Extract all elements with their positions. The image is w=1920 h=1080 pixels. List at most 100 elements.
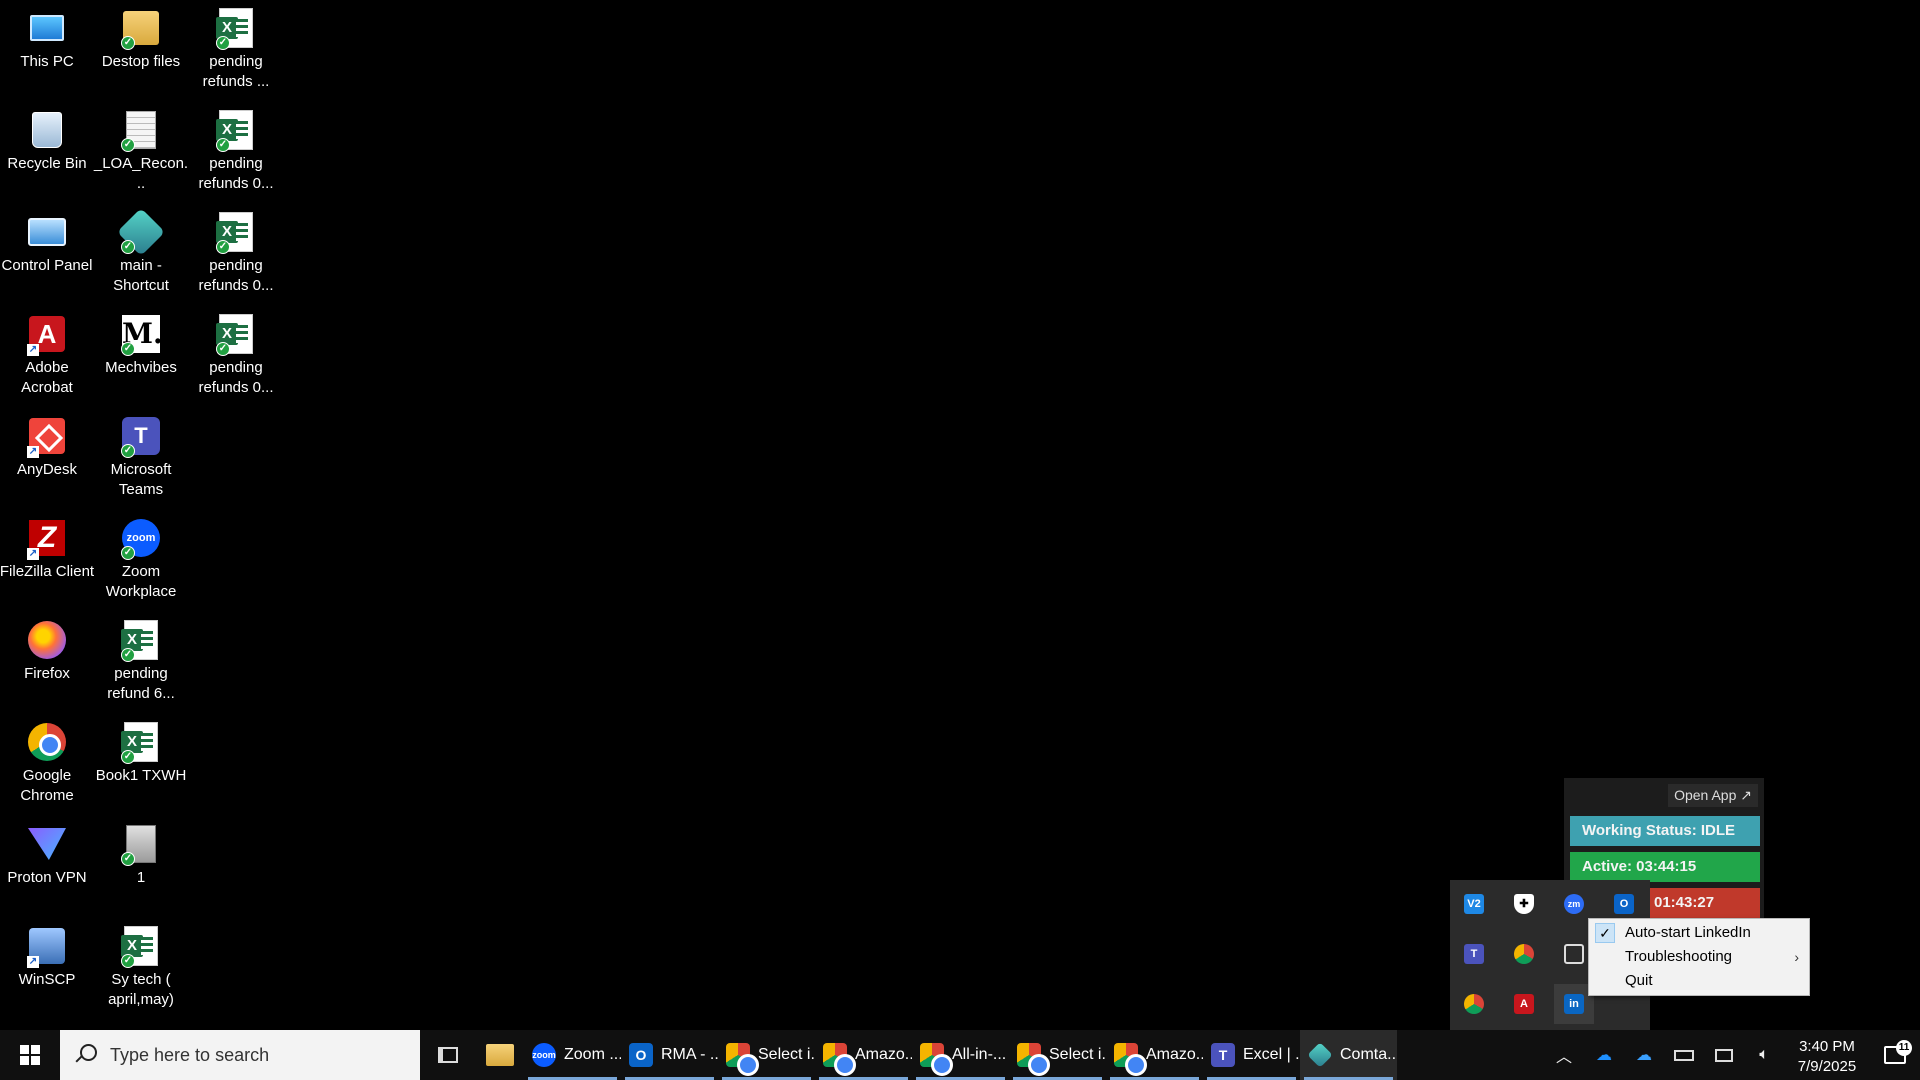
tray-item-acrobat[interactable]: A bbox=[1504, 984, 1544, 1024]
shield-icon: ✚ bbox=[1514, 894, 1534, 914]
tray-item-teams[interactable]: T bbox=[1454, 934, 1494, 974]
system-tray: ︿ ☁ ☁ 🔈︎ 3:40 PM 7/9/2025 11 bbox=[1544, 1030, 1920, 1080]
open-app-button[interactable]: Open App ↗ bbox=[1668, 784, 1758, 807]
desktop-icon-pending-refunds-2[interactable]: ✓ pending refunds 0... bbox=[189, 102, 283, 200]
clock-button[interactable]: 3:40 PM 7/9/2025 bbox=[1784, 1033, 1870, 1077]
menu-item-auto-start-linkedin[interactable]: ✓ Auto-start LinkedIn bbox=[1589, 921, 1809, 945]
task-view-button[interactable] bbox=[420, 1030, 476, 1080]
tray-item-chrome-error[interactable] bbox=[1504, 934, 1544, 974]
chrome-icon bbox=[823, 1043, 856, 1076]
outlook-tray-icon: O bbox=[1614, 894, 1634, 914]
tray-item-chrome[interactable] bbox=[1454, 984, 1494, 1024]
desktop-icon-adobe-acrobat[interactable]: A ↗ Adobe Acrobat bbox=[0, 306, 94, 404]
desktop-icon-label: WinSCP bbox=[18, 971, 76, 988]
firefox-icon bbox=[28, 621, 66, 659]
desktop-icon-pending-refunds-1[interactable]: ✓ pending refunds ... bbox=[189, 0, 283, 98]
windows-logo-icon bbox=[20, 1045, 40, 1065]
taskbar-app-chrome-amazon-1[interactable]: Amazo... bbox=[815, 1030, 912, 1080]
notification-count-badge: 11 bbox=[1896, 1040, 1912, 1056]
file-explorer-button[interactable] bbox=[476, 1030, 524, 1080]
desktop-icon-label: pending refunds ... bbox=[202, 53, 270, 90]
desktop-icon-loa-recon[interactable]: ✓ _LOA_Recon... bbox=[94, 102, 188, 200]
taskbar-spacer bbox=[1397, 1030, 1544, 1080]
desktop-icon-recycle-bin[interactable]: Recycle Bin bbox=[0, 102, 94, 200]
computer-icon bbox=[30, 15, 64, 41]
desktop-icon-anydesk[interactable]: ↗ AnyDesk bbox=[0, 408, 94, 506]
taskbar-app-outlook-rma[interactable]: O RMA - ... bbox=[621, 1030, 718, 1080]
clock-date: 7/9/2025 bbox=[1797, 1058, 1857, 1075]
desktop: This PC Recycle Bin Control Panel A ↗ Ado… bbox=[0, 0, 300, 1030]
show-hidden-icons-button[interactable]: ︿ bbox=[1544, 1043, 1584, 1067]
comta-icon bbox=[1307, 1042, 1333, 1068]
sync-check-icon: ✓ bbox=[121, 342, 135, 356]
sync-check-icon: ✓ bbox=[121, 240, 135, 254]
sync-check-icon: ✓ bbox=[216, 138, 230, 152]
desktop-icon-proton-vpn[interactable]: Proton VPN bbox=[0, 816, 94, 914]
battery-button[interactable] bbox=[1664, 1049, 1704, 1061]
outlook-icon: O bbox=[629, 1043, 653, 1067]
desktop-icon-google-chrome[interactable]: Google Chrome bbox=[0, 714, 94, 812]
chrome-icon bbox=[726, 1043, 759, 1076]
desktop-icon-main-shortcut[interactable]: ✓ main - Shortcut bbox=[94, 204, 188, 302]
desktop-icon-book1-txwh[interactable]: ✓ Book1 TXWH bbox=[94, 714, 188, 812]
desktop-icon-destop-files[interactable]: ✓ Destop files bbox=[94, 0, 188, 98]
desktop-icon-mechvibes[interactable]: M. ✓ Mechvibes bbox=[94, 306, 188, 404]
search-placeholder: Type here to search bbox=[110, 1044, 270, 1065]
teams-icon: T bbox=[1211, 1043, 1235, 1067]
sync-check-icon: ✓ bbox=[121, 138, 135, 152]
desktop-icon-control-panel[interactable]: Control Panel bbox=[0, 204, 94, 302]
start-button[interactable] bbox=[0, 1030, 60, 1080]
desktop-icon-pending-refunds-4[interactable]: ✓ pending refunds 0... bbox=[189, 306, 283, 404]
onedrive-button[interactable]: ☁ bbox=[1584, 1045, 1624, 1065]
volume-button[interactable]: 🔈︎ bbox=[1744, 1046, 1784, 1064]
taskbar-app-label: Excel | ... bbox=[1243, 1046, 1300, 1063]
desktop-icon-zoom-workplace[interactable]: zoom ✓ Zoom Workplace bbox=[94, 510, 188, 608]
checkmark-icon: ✓ bbox=[1595, 923, 1615, 943]
chevron-up-icon: ︿ bbox=[1555, 1049, 1572, 1066]
folder-icon bbox=[486, 1044, 514, 1066]
taskbar-app-chrome-select-2[interactable]: Select i... bbox=[1009, 1030, 1106, 1080]
desktop-icon-firefox[interactable]: Firefox bbox=[0, 612, 94, 710]
desktop-icon-label: pending refunds 0... bbox=[198, 155, 274, 192]
teams-tray-icon: T bbox=[1464, 944, 1484, 964]
taskbar-app-chrome-all-in[interactable]: All-in-... bbox=[912, 1030, 1009, 1080]
volume-icon: 🔈︎ bbox=[1759, 1046, 1769, 1063]
chrome-tray-icon bbox=[1464, 994, 1484, 1014]
shortcut-arrow-icon: ↗ bbox=[27, 446, 39, 458]
onedrive-icon: ☁ bbox=[1596, 1047, 1612, 1064]
desktop-icon-pending-refunds-3[interactable]: ✓ pending refunds 0... bbox=[189, 204, 283, 302]
desktop-icon-1[interactable]: ✓ 1 bbox=[94, 816, 188, 914]
desktop-icon-sy-tech[interactable]: ✓ Sy tech ( april,may) bbox=[94, 918, 188, 1016]
proton-vpn-icon bbox=[28, 828, 66, 860]
desktop-icon-label: Mechvibes bbox=[105, 359, 177, 376]
onedrive-business-button[interactable]: ☁ bbox=[1624, 1045, 1664, 1065]
network-button[interactable] bbox=[1704, 1048, 1744, 1062]
taskbar-app-teams-excel[interactable]: T Excel | ... bbox=[1203, 1030, 1300, 1080]
desktop-icon-this-pc[interactable]: This PC bbox=[0, 0, 94, 98]
taskbar-search-box[interactable]: Type here to search bbox=[60, 1030, 420, 1080]
menu-item-label: Auto-start LinkedIn bbox=[1625, 924, 1751, 941]
menu-item-label: Troubleshooting bbox=[1625, 948, 1733, 965]
desktop-icon-filezilla[interactable]: Z ↗ FileZilla Client bbox=[0, 510, 94, 608]
desktop-icon-microsoft-teams[interactable]: T ✓ Microsoft Teams bbox=[94, 408, 188, 506]
taskbar-app-label: Select i... bbox=[758, 1046, 815, 1063]
chrome-icon bbox=[1114, 1043, 1147, 1076]
taskbar-app-comta[interactable]: Comta... bbox=[1300, 1030, 1397, 1080]
chrome-icon bbox=[28, 723, 66, 761]
taskbar-app-zoom[interactable]: zoom Zoom ... bbox=[524, 1030, 621, 1080]
tray-item-security[interactable]: ✚ bbox=[1504, 884, 1544, 924]
menu-item-troubleshooting[interactable]: Troubleshooting › bbox=[1589, 945, 1809, 969]
desktop-icon-label: _LOA_Recon... bbox=[93, 155, 189, 192]
taskbar-app-chrome-select-1[interactable]: Select i... bbox=[718, 1030, 815, 1080]
acrobat-tray-icon: A bbox=[1514, 994, 1534, 1014]
desktop-icon-winscp[interactable]: ↗ WinSCP bbox=[0, 918, 94, 1016]
desktop-icon-label: Microsoft Teams bbox=[110, 461, 172, 498]
active-time-label: Active: 03:44:15 bbox=[1570, 852, 1760, 882]
tray-item-v2[interactable]: V2 bbox=[1454, 884, 1494, 924]
sync-check-icon: ✓ bbox=[121, 648, 135, 662]
desktop-icon-pending-refund-6[interactable]: ✓ pending refund 6... bbox=[94, 612, 188, 710]
taskbar-app-chrome-amazon-2[interactable]: Amazo... bbox=[1106, 1030, 1203, 1080]
sync-check-icon: ✓ bbox=[121, 546, 135, 560]
notification-center-button[interactable]: 11 bbox=[1870, 1040, 1920, 1064]
menu-item-quit[interactable]: Quit bbox=[1589, 969, 1809, 993]
